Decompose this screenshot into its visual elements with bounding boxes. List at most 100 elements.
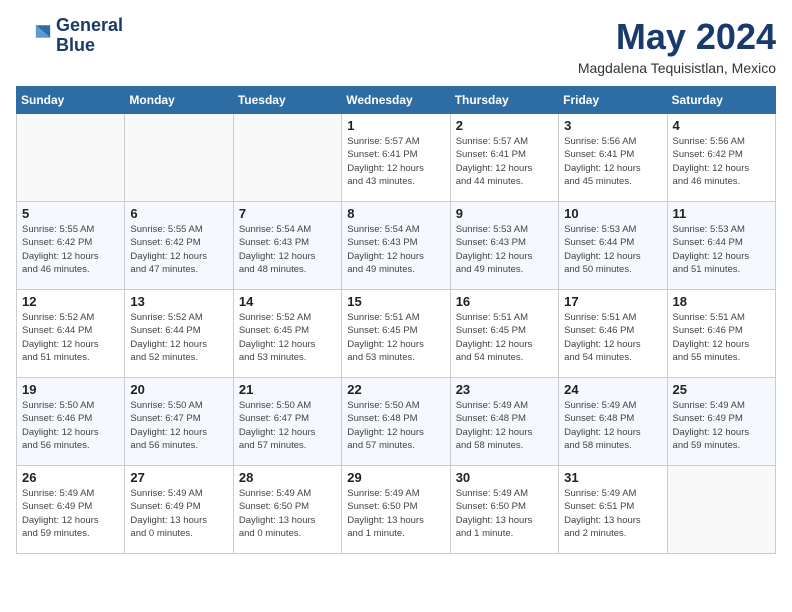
calendar-cell: 15 Sunrise: 5:51 AM Sunset: 6:45 PM Dayli… xyxy=(342,290,450,378)
weekday-header-monday: Monday xyxy=(125,87,233,114)
calendar-cell: 17 Sunrise: 5:51 AM Sunset: 6:46 PM Dayli… xyxy=(559,290,667,378)
weekday-header-tuesday: Tuesday xyxy=(233,87,341,114)
day-number: 21 xyxy=(239,382,336,397)
calendar-cell xyxy=(233,114,341,202)
day-number: 27 xyxy=(130,470,227,485)
calendar-cell: 11 Sunrise: 5:53 AM Sunset: 6:44 PM Dayli… xyxy=(667,202,775,290)
day-number: 15 xyxy=(347,294,444,309)
day-info: Sunrise: 5:49 AM Sunset: 6:49 PM Dayligh… xyxy=(130,487,227,540)
calendar-cell: 10Sunrise: 5:53 AM Sunset: 6:44 PM Dayli… xyxy=(559,202,667,290)
day-number: 25 xyxy=(673,382,770,397)
calendar-cell: 19Sunrise: 5:50 AM Sunset: 6:46 PM Dayli… xyxy=(17,378,125,466)
day-info: Sunrise: 5:49 AM Sunset: 6:51 PM Dayligh… xyxy=(564,487,661,540)
day-info: Sunrise: 5:52 AM Sunset: 6:44 PM Dayligh… xyxy=(130,311,227,364)
day-number: 20 xyxy=(130,382,227,397)
calendar-cell: 16Sunrise: 5:51 AM Sunset: 6:45 PM Dayli… xyxy=(450,290,558,378)
day-info: Sunrise: 5:49 AM Sunset: 6:48 PM Dayligh… xyxy=(456,399,553,452)
calendar-cell: 23Sunrise: 5:49 AM Sunset: 6:48 PM Dayli… xyxy=(450,378,558,466)
week-row-3: 12 Sunrise: 5:52 AM Sunset: 6:44 PM Dayli… xyxy=(17,290,776,378)
day-number: 24 xyxy=(564,382,661,397)
calendar-cell: 4 Sunrise: 5:56 AM Sunset: 6:42 PM Daylig… xyxy=(667,114,775,202)
day-info: Sunrise: 5:51 AM Sunset: 6:45 PM Dayligh… xyxy=(347,311,444,364)
day-info: Sunrise: 5:51 AM Sunset: 6:46 PM Dayligh… xyxy=(564,311,661,364)
logo-text: General Blue xyxy=(56,16,123,56)
calendar-cell: 2Sunrise: 5:57 AM Sunset: 6:41 PM Daylig… xyxy=(450,114,558,202)
day-number: 3 xyxy=(564,118,661,133)
day-info: Sunrise: 5:57 AM Sunset: 6:41 PM Dayligh… xyxy=(347,135,444,188)
day-number: 22 xyxy=(347,382,444,397)
calendar-cell: 24 Sunrise: 5:49 AM Sunset: 6:48 PM Dayli… xyxy=(559,378,667,466)
day-number: 29 xyxy=(347,470,444,485)
day-info: Sunrise: 5:56 AM Sunset: 6:42 PM Dayligh… xyxy=(673,135,770,188)
calendar-cell: 29 Sunrise: 5:49 AM Sunset: 6:50 PM Dayli… xyxy=(342,466,450,554)
day-number: 28 xyxy=(239,470,336,485)
day-info: Sunrise: 5:50 AM Sunset: 6:47 PM Dayligh… xyxy=(130,399,227,452)
day-number: 11 xyxy=(673,206,770,221)
day-info: Sunrise: 5:54 AM Sunset: 6:43 PM Dayligh… xyxy=(347,223,444,276)
calendar-cell: 14Sunrise: 5:52 AM Sunset: 6:45 PM Dayli… xyxy=(233,290,341,378)
day-info: Sunrise: 5:49 AM Sunset: 6:49 PM Dayligh… xyxy=(673,399,770,452)
day-number: 2 xyxy=(456,118,553,133)
calendar-cell: 25 Sunrise: 5:49 AM Sunset: 6:49 PM Dayli… xyxy=(667,378,775,466)
calendar-cell: 12 Sunrise: 5:52 AM Sunset: 6:44 PM Dayli… xyxy=(17,290,125,378)
calendar-cell: 22Sunrise: 5:50 AM Sunset: 6:48 PM Dayli… xyxy=(342,378,450,466)
day-info: Sunrise: 5:51 AM Sunset: 6:46 PM Dayligh… xyxy=(673,311,770,364)
weekday-header-row: SundayMondayTuesdayWednesdayThursdayFrid… xyxy=(17,87,776,114)
week-row-1: 1 Sunrise: 5:57 AM Sunset: 6:41 PM Daylig… xyxy=(17,114,776,202)
title-block: May 2024 Magdalena Tequisistlan, Mexico xyxy=(578,16,776,76)
day-info: Sunrise: 5:52 AM Sunset: 6:44 PM Dayligh… xyxy=(22,311,119,364)
day-number: 4 xyxy=(673,118,770,133)
location-title: Magdalena Tequisistlan, Mexico xyxy=(578,60,776,76)
day-info: Sunrise: 5:54 AM Sunset: 6:43 PM Dayligh… xyxy=(239,223,336,276)
calendar-cell: 8Sunrise: 5:54 AM Sunset: 6:43 PM Daylig… xyxy=(342,202,450,290)
calendar-cell: 20 Sunrise: 5:50 AM Sunset: 6:47 PM Dayli… xyxy=(125,378,233,466)
day-info: Sunrise: 5:50 AM Sunset: 6:46 PM Dayligh… xyxy=(22,399,119,452)
day-number: 13 xyxy=(130,294,227,309)
day-number: 26 xyxy=(22,470,119,485)
day-number: 9 xyxy=(456,206,553,221)
day-info: Sunrise: 5:53 AM Sunset: 6:44 PM Dayligh… xyxy=(673,223,770,276)
weekday-header-friday: Friday xyxy=(559,87,667,114)
day-number: 17 xyxy=(564,294,661,309)
week-row-4: 19Sunrise: 5:50 AM Sunset: 6:46 PM Dayli… xyxy=(17,378,776,466)
day-info: Sunrise: 5:55 AM Sunset: 6:42 PM Dayligh… xyxy=(22,223,119,276)
day-number: 6 xyxy=(130,206,227,221)
calendar-cell: 1 Sunrise: 5:57 AM Sunset: 6:41 PM Daylig… xyxy=(342,114,450,202)
calendar-cell: 30Sunrise: 5:49 AM Sunset: 6:50 PM Dayli… xyxy=(450,466,558,554)
calendar-cell: 26 Sunrise: 5:49 AM Sunset: 6:49 PM Dayli… xyxy=(17,466,125,554)
calendar-cell: 28Sunrise: 5:49 AM Sunset: 6:50 PM Dayli… xyxy=(233,466,341,554)
day-info: Sunrise: 5:55 AM Sunset: 6:42 PM Dayligh… xyxy=(130,223,227,276)
day-info: Sunrise: 5:56 AM Sunset: 6:41 PM Dayligh… xyxy=(564,135,661,188)
calendar-cell xyxy=(667,466,775,554)
day-number: 31 xyxy=(564,470,661,485)
day-number: 12 xyxy=(22,294,119,309)
day-info: Sunrise: 5:51 AM Sunset: 6:45 PM Dayligh… xyxy=(456,311,553,364)
calendar-cell xyxy=(17,114,125,202)
calendar-cell xyxy=(125,114,233,202)
day-info: Sunrise: 5:49 AM Sunset: 6:48 PM Dayligh… xyxy=(564,399,661,452)
page-header: General Blue May 2024 Magdalena Tequisis… xyxy=(16,16,776,76)
calendar-cell: 5 Sunrise: 5:55 AM Sunset: 6:42 PM Daylig… xyxy=(17,202,125,290)
calendar-cell: 6 Sunrise: 5:55 AM Sunset: 6:42 PM Daylig… xyxy=(125,202,233,290)
day-info: Sunrise: 5:49 AM Sunset: 6:49 PM Dayligh… xyxy=(22,487,119,540)
week-row-5: 26 Sunrise: 5:49 AM Sunset: 6:49 PM Dayli… xyxy=(17,466,776,554)
calendar-cell: 13 Sunrise: 5:52 AM Sunset: 6:44 PM Dayli… xyxy=(125,290,233,378)
calendar-cell: 3 Sunrise: 5:56 AM Sunset: 6:41 PM Daylig… xyxy=(559,114,667,202)
day-number: 1 xyxy=(347,118,444,133)
day-info: Sunrise: 5:53 AM Sunset: 6:44 PM Dayligh… xyxy=(564,223,661,276)
day-number: 7 xyxy=(239,206,336,221)
logo-icon xyxy=(16,18,52,54)
day-info: Sunrise: 5:53 AM Sunset: 6:43 PM Dayligh… xyxy=(456,223,553,276)
day-number: 18 xyxy=(673,294,770,309)
weekday-header-wednesday: Wednesday xyxy=(342,87,450,114)
day-info: Sunrise: 5:50 AM Sunset: 6:47 PM Dayligh… xyxy=(239,399,336,452)
day-number: 30 xyxy=(456,470,553,485)
day-info: Sunrise: 5:52 AM Sunset: 6:45 PM Dayligh… xyxy=(239,311,336,364)
day-info: Sunrise: 5:49 AM Sunset: 6:50 PM Dayligh… xyxy=(347,487,444,540)
calendar-cell: 7 Sunrise: 5:54 AM Sunset: 6:43 PM Daylig… xyxy=(233,202,341,290)
weekday-header-thursday: Thursday xyxy=(450,87,558,114)
day-number: 5 xyxy=(22,206,119,221)
calendar-cell: 18 Sunrise: 5:51 AM Sunset: 6:46 PM Dayli… xyxy=(667,290,775,378)
week-row-2: 5 Sunrise: 5:55 AM Sunset: 6:42 PM Daylig… xyxy=(17,202,776,290)
calendar-cell: 21 Sunrise: 5:50 AM Sunset: 6:47 PM Dayli… xyxy=(233,378,341,466)
